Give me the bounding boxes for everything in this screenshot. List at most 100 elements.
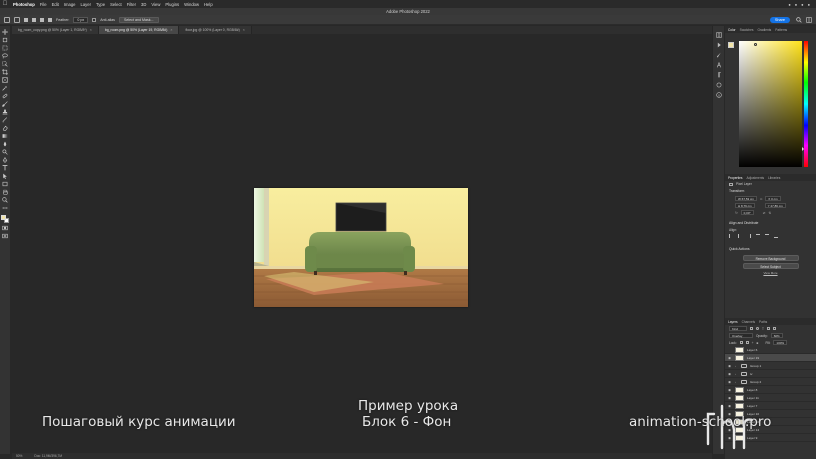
- align-hcenter-icon[interactable]: [738, 234, 742, 238]
- visibility-eye-icon[interactable]: ◉: [727, 388, 732, 392]
- remove-background-button[interactable]: Remove Background: [742, 255, 799, 261]
- info-panel-icon[interactable]: [715, 92, 722, 98]
- select-and-mask-button[interactable]: Select and Mask...: [118, 16, 159, 23]
- add-selection-icon[interactable]: [32, 17, 36, 22]
- eraser-tool-icon[interactable]: [2, 125, 8, 131]
- paragraph-panel-icon[interactable]: [716, 72, 722, 78]
- transform-section-title[interactable]: Transform: [725, 187, 816, 195]
- menu-select[interactable]: Select: [110, 2, 122, 7]
- tab-bg-room[interactable]: bg_room.png @ 50% (Layer 19, RGB/8#) ×: [98, 26, 180, 34]
- apple-logo-icon[interactable]: : [2, 1, 8, 7]
- frame-tool-icon[interactable]: [2, 77, 8, 83]
- align-vcenter-icon[interactable]: [765, 234, 769, 238]
- quick-mask-icon[interactable]: [2, 225, 8, 231]
- marquee-tool-preset-icon[interactable]: [14, 16, 20, 23]
- tab-paths[interactable]: Paths: [759, 320, 767, 324]
- close-icon[interactable]: ×: [170, 28, 172, 32]
- subtract-selection-icon[interactable]: [40, 17, 44, 22]
- tab-channels[interactable]: Channels: [742, 320, 755, 324]
- status-icon-b[interactable]: ●: [795, 2, 797, 7]
- layer-row[interactable]: Layer 6: [725, 346, 816, 354]
- layer-name[interactable]: Layer 6: [747, 348, 757, 352]
- visibility-eye-icon[interactable]: ◉: [727, 364, 732, 368]
- filter-type-icon[interactable]: T: [762, 327, 764, 331]
- lasso-tool-icon[interactable]: [2, 53, 8, 59]
- width-field[interactable]: W 67,53 cm: [735, 196, 758, 201]
- tab-floor[interactable]: floor.jpg @ 100% (Layer 0, RGB/8#) ×: [179, 26, 252, 34]
- zoom-level[interactable]: 50%: [16, 454, 22, 458]
- marquee-tool-icon[interactable]: [2, 45, 8, 51]
- menu-image[interactable]: Image: [64, 2, 76, 7]
- hue-slider-marker[interactable]: [802, 147, 804, 151]
- tab-patterns[interactable]: Patterns: [775, 28, 787, 32]
- lock-all-icon[interactable]: ■: [757, 341, 759, 345]
- screen-mode-icon[interactable]: [2, 233, 8, 239]
- layer-name[interactable]: Group 2: [750, 380, 761, 384]
- menu-type[interactable]: Type: [96, 2, 105, 7]
- align-bottom-icon[interactable]: [774, 234, 778, 238]
- lock-position-icon[interactable]: +: [752, 341, 754, 345]
- character-panel-icon[interactable]: [716, 62, 722, 68]
- layer-row[interactable]: ◉ › tv: [725, 370, 816, 378]
- hue-slider[interactable]: [804, 41, 808, 167]
- color-saturation-field[interactable]: [739, 41, 802, 167]
- artboard-tool-icon[interactable]: [2, 37, 8, 43]
- brush-tool-icon[interactable]: [2, 101, 8, 107]
- tab-adjustments[interactable]: Adjustments: [747, 176, 765, 180]
- hand-tool-icon[interactable]: [2, 189, 8, 195]
- history-brush-tool-icon[interactable]: [2, 117, 8, 123]
- group-expand-icon[interactable]: ›: [735, 364, 738, 368]
- object-selection-tool-icon[interactable]: [2, 61, 8, 67]
- foreground-color-swatch[interactable]: [1, 215, 6, 220]
- more-tools-icon[interactable]: [2, 205, 8, 211]
- gradient-tool-icon[interactable]: [2, 133, 8, 139]
- layer-row[interactable]: ◉ Layer 8: [725, 386, 816, 394]
- color-swatches[interactable]: [1, 215, 9, 223]
- opacity-field[interactable]: 60%: [770, 333, 783, 338]
- status-icon-d[interactable]: ●: [808, 2, 810, 7]
- filter-pixel-icon[interactable]: [750, 327, 753, 330]
- healing-brush-tool-icon[interactable]: [2, 93, 8, 99]
- lock-image-icon[interactable]: [745, 341, 749, 344]
- layer-name[interactable]: Layer 19: [747, 356, 759, 360]
- align-left-icon[interactable]: [729, 234, 733, 238]
- brush-settings-icon[interactable]: [716, 52, 722, 58]
- home-icon[interactable]: [4, 16, 10, 23]
- crop-tool-icon[interactable]: [2, 69, 8, 75]
- align-right-icon[interactable]: [747, 234, 751, 238]
- visibility-eye-icon[interactable]: ◉: [727, 356, 732, 360]
- tab-libraries[interactable]: Libraries: [768, 176, 780, 180]
- tab-gradients[interactable]: Gradients: [757, 28, 771, 32]
- visibility-eye-icon[interactable]: ◉: [727, 372, 732, 376]
- group-expand-icon[interactable]: ›: [735, 372, 738, 376]
- type-tool-icon[interactable]: [2, 165, 8, 171]
- path-selection-tool-icon[interactable]: [2, 173, 8, 179]
- layer-name[interactable]: Group 1: [750, 364, 761, 368]
- layer-name[interactable]: Layer 8: [747, 388, 757, 392]
- filter-smart-object-icon[interactable]: [772, 327, 776, 330]
- filter-shape-icon[interactable]: [766, 327, 770, 330]
- menu-filter[interactable]: Filter: [127, 2, 136, 7]
- tab-color[interactable]: Color: [728, 28, 736, 32]
- menu-edit[interactable]: Edit: [52, 2, 59, 7]
- workspace-icon[interactable]: [806, 17, 812, 23]
- menu-plugins[interactable]: Plugins: [165, 2, 179, 7]
- anti-alias-checkbox[interactable]: [92, 17, 97, 22]
- align-top-icon[interactable]: [756, 234, 760, 238]
- search-icon[interactable]: [796, 17, 802, 23]
- layer-row[interactable]: ◉ Layer 19: [725, 354, 816, 362]
- clone-stamp-tool-icon[interactable]: [2, 109, 8, 115]
- tab-properties[interactable]: Properties: [728, 176, 743, 180]
- intersect-selection-icon[interactable]: [48, 17, 52, 22]
- fill-field[interactable]: 100%: [773, 340, 788, 345]
- status-icon-c[interactable]: ●: [801, 2, 803, 7]
- glyphs-panel-icon[interactable]: [716, 82, 722, 88]
- pen-tool-icon[interactable]: [2, 157, 8, 163]
- zoom-tool-icon[interactable]: [2, 197, 8, 203]
- status-icon-a[interactable]: ●: [788, 2, 790, 7]
- menu-help[interactable]: Help: [204, 2, 213, 7]
- menu-app-name[interactable]: Photoshop: [13, 2, 35, 7]
- eyedropper-tool-icon[interactable]: [2, 85, 8, 91]
- document-canvas-image[interactable]: [254, 188, 468, 307]
- blend-mode-select[interactable]: Overlay: [729, 333, 753, 338]
